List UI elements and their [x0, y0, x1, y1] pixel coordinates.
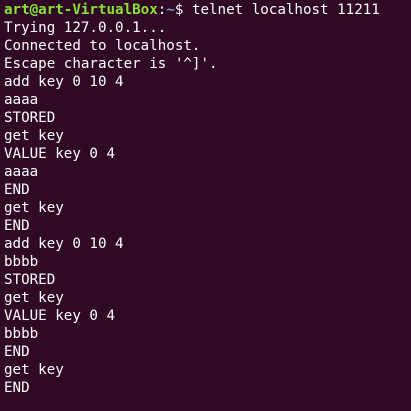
output-line: END: [4, 182, 30, 198]
output-line: END: [4, 218, 30, 234]
prompt-command: telnet localhost 11211: [191, 2, 380, 18]
output-line: add key 0 10 4: [4, 236, 124, 252]
output-line: add key 0 10 4: [4, 74, 124, 90]
output-line: Trying 127.0.0.1...: [4, 20, 167, 36]
prompt-symbol: $: [174, 2, 192, 18]
output-line: END: [4, 344, 30, 360]
prompt-path: ~: [166, 2, 175, 18]
output-line: Connected to localhost.: [4, 38, 201, 54]
output-line: aaaa: [4, 92, 39, 108]
output-line: STORED: [4, 110, 56, 126]
output-line: STORED: [4, 272, 56, 288]
terminal-window[interactable]: art@art-VirtualBox:~$ telnet localhost 1…: [0, 0, 411, 411]
output-line: Escape character is '^]'.: [4, 56, 218, 72]
output-line: VALUE key 0 4: [4, 308, 116, 324]
output-line: get key: [4, 362, 64, 378]
output-line: END: [4, 380, 30, 396]
prompt-user-host: art@art-VirtualBox: [4, 2, 158, 18]
output-line: VALUE key 0 4: [4, 146, 116, 162]
output-line: get key: [4, 128, 64, 144]
output-line: bbbb: [4, 326, 39, 342]
prompt-colon: :: [157, 2, 167, 18]
output-line: get key: [4, 200, 64, 216]
output-line: bbbb: [4, 254, 39, 270]
output-line: get key: [4, 290, 64, 306]
prompt-line: art@art-VirtualBox:~$ telnet localhost 1…: [4, 1, 411, 19]
output-line: aaaa: [4, 164, 39, 180]
